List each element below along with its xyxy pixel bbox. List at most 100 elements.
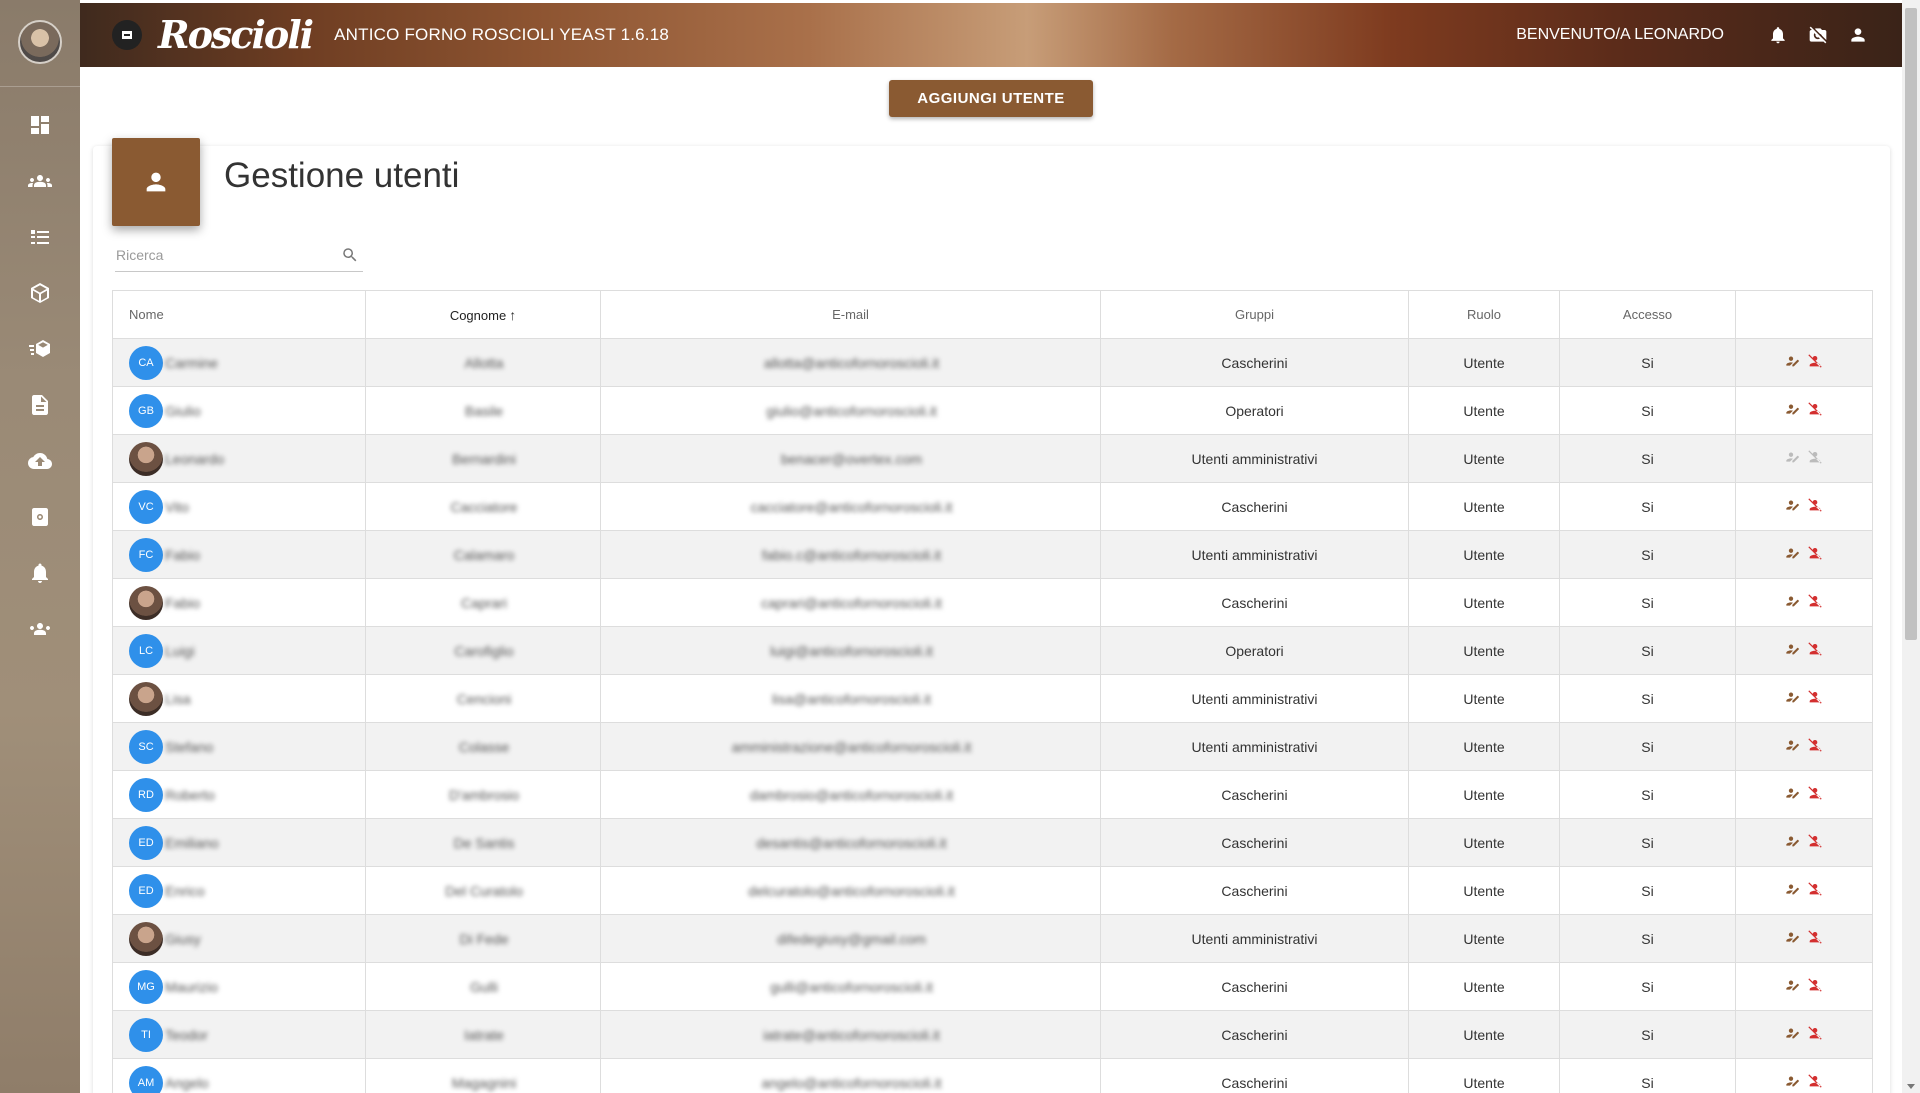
users-table-wrapper: Nome Cognome ↑ E-mail Gruppi Ruolo Access…	[112, 290, 1873, 1093]
scrollbar-thumb[interactable]	[1905, 8, 1917, 640]
table-row[interactable]: LC Luigi Carofiglio luigi@anticofornoroscio…	[112, 626, 1873, 675]
user-last-name: Allotta	[464, 355, 504, 372]
delete-user-icon[interactable]	[1807, 1025, 1823, 1041]
delete-user-icon[interactable]	[1807, 641, 1823, 657]
sidebar-item-users[interactable]	[20, 609, 60, 649]
sidebar-item-list[interactable]	[20, 217, 60, 257]
table-row[interactable]: Lisa Cencioni lisa@anticofornoroscioli.it U…	[112, 674, 1873, 723]
edit-user-icon[interactable]	[1785, 1073, 1801, 1089]
scroll-down-arrow-icon[interactable]	[1907, 1084, 1915, 1089]
column-header-accesso[interactable]: Accesso	[1559, 290, 1736, 339]
delete-user-icon[interactable]	[1807, 545, 1823, 561]
edit-user-icon[interactable]	[1785, 881, 1801, 897]
edit-user-icon[interactable]	[1785, 353, 1801, 369]
user-email: caprari@anticofornoroscioli.it	[761, 595, 942, 612]
search-input[interactable]	[115, 242, 330, 268]
delete-user-icon[interactable]	[1807, 689, 1823, 705]
table-row[interactable]: ED Emiliano De Santis desantis@anticofornor…	[112, 818, 1873, 867]
cell-gruppi: Utenti amministrativi	[1100, 434, 1409, 483]
delete-user-icon[interactable]	[1807, 593, 1823, 609]
profile-button[interactable]	[1848, 25, 1868, 45]
edit-user-icon[interactable]	[1785, 545, 1801, 561]
delete-user-icon[interactable]	[1807, 881, 1823, 897]
table-row[interactable]: AM Angelo Magagnini angelo@anticofornorosci…	[112, 1058, 1873, 1093]
table-row[interactable]: MG Maurizio Gulli gulli@anticofornoroscioli…	[112, 962, 1873, 1011]
row-actions	[1785, 977, 1823, 993]
table-row[interactable]: Giusy Di Fede difedegiusy@gmail.com Utenti …	[112, 914, 1873, 963]
sidebar-item-dashboard[interactable]	[20, 105, 60, 145]
edit-user-icon[interactable]	[1785, 737, 1801, 753]
table-row[interactable]: ED Enrico Del Curatolo delcuratolo@anticofo…	[112, 866, 1873, 915]
delete-user-icon[interactable]	[1807, 929, 1823, 945]
table-row[interactable]: CA Carmine Allotta allotta@anticofornorosci…	[112, 338, 1873, 387]
sidebar-item-notifications[interactable]	[20, 553, 60, 593]
edit-user-icon[interactable]	[1785, 449, 1801, 465]
delete-user-icon[interactable]	[1807, 401, 1823, 417]
cell-nome: GB Giulio	[112, 386, 366, 435]
edit-user-icon[interactable]	[1785, 785, 1801, 801]
cell-ruolo: Utente	[1408, 1010, 1560, 1059]
sidebar-item-delivery[interactable]	[20, 329, 60, 369]
cell-actions	[1735, 578, 1873, 627]
delete-user-icon[interactable]	[1807, 737, 1823, 753]
cell-email: fabio.c@anticofornoroscioli.it	[600, 530, 1101, 579]
user-email: dambrosio@anticofornoroscioli.it	[749, 787, 954, 804]
groups-icon	[28, 175, 52, 187]
delete-user-icon[interactable]	[1807, 977, 1823, 993]
menu-toggle-button[interactable]	[112, 20, 142, 50]
add-user-button[interactable]: AGGIUNGI UTENTE	[889, 80, 1093, 117]
avatar: TI	[129, 1017, 163, 1052]
user-last-name: Carofiglio	[454, 643, 514, 660]
sidebar-item-map[interactable]	[20, 497, 60, 537]
delete-user-icon[interactable]	[1807, 353, 1823, 369]
edit-user-icon[interactable]	[1785, 833, 1801, 849]
sidebar-item-products[interactable]	[20, 273, 60, 313]
list-icon	[31, 230, 49, 244]
table-row[interactable]: SC Stefano Colasse amministrazione@anticofo…	[112, 722, 1873, 771]
column-header-ruolo[interactable]: Ruolo	[1408, 290, 1560, 339]
delete-user-icon[interactable]	[1807, 497, 1823, 513]
row-actions	[1785, 449, 1823, 465]
table-row[interactable]: RD Roberto D'ambrosio dambrosio@anticoforno…	[112, 770, 1873, 819]
user-first-name: Carmine	[165, 354, 218, 371]
column-header-nome[interactable]: Nome	[112, 290, 366, 339]
edit-user-icon[interactable]	[1785, 1025, 1801, 1041]
page-scrollbar[interactable]	[1902, 0, 1920, 1093]
delete-user-icon[interactable]	[1807, 1073, 1823, 1089]
sidebar-item-upload[interactable]	[20, 441, 60, 481]
brand-logo: Roscioli	[158, 12, 314, 57]
cell-gruppi: Cascherini	[1100, 818, 1409, 867]
sidebar-item-groups[interactable]	[20, 161, 60, 201]
table-row[interactable]: TI Teodor Iatrate iatrate@anticofornoroscio…	[112, 1010, 1873, 1059]
sidebar-item-documents[interactable]	[20, 385, 60, 425]
user-email: angelo@anticofornoroscioli.it	[761, 1075, 942, 1092]
user-first-name: Giusy	[165, 930, 201, 947]
search-icon[interactable]	[341, 246, 359, 264]
edit-user-icon[interactable]	[1785, 641, 1801, 657]
table-row[interactable]: Fabio Caprari caprari@anticofornoroscioli.…	[112, 578, 1873, 627]
edit-user-icon[interactable]	[1785, 689, 1801, 705]
delete-user-icon[interactable]	[1807, 833, 1823, 849]
user-last-name: Calamaro	[453, 547, 515, 564]
edit-user-icon[interactable]	[1785, 593, 1801, 609]
edit-user-icon[interactable]	[1785, 977, 1801, 993]
table-row[interactable]: VC Vito Cacciatore cacciatore@anticofornoro…	[112, 482, 1873, 531]
column-header-gruppi[interactable]: Gruppi	[1100, 290, 1409, 339]
column-header-cognome[interactable]: Cognome ↑	[365, 290, 601, 339]
cell-accesso: Si	[1559, 770, 1736, 819]
cell-email: luigi@anticofornoroscioli.it	[600, 626, 1101, 675]
user-last-name: De Santis	[453, 835, 515, 852]
cell-gruppi: Utenti amministrativi	[1100, 722, 1409, 771]
edit-user-icon[interactable]	[1785, 497, 1801, 513]
edit-user-icon[interactable]	[1785, 929, 1801, 945]
table-row[interactable]: Leonardo Bernardini benacer@overtex.com Ute…	[112, 434, 1873, 483]
delete-user-icon[interactable]	[1807, 449, 1823, 465]
edit-user-icon[interactable]	[1785, 401, 1801, 417]
column-header-email[interactable]: E-mail	[600, 290, 1101, 339]
table-row[interactable]: GB Giulio Basile giulio@anticofornoroscioli…	[112, 386, 1873, 435]
table-row[interactable]: FC Fabio Calamaro fabio.c@anticofornoroscio…	[112, 530, 1873, 579]
delete-user-icon[interactable]	[1807, 785, 1823, 801]
user-avatar[interactable]	[18, 20, 62, 64]
camera-off-button[interactable]	[1808, 25, 1828, 45]
notifications-button[interactable]	[1768, 25, 1788, 45]
